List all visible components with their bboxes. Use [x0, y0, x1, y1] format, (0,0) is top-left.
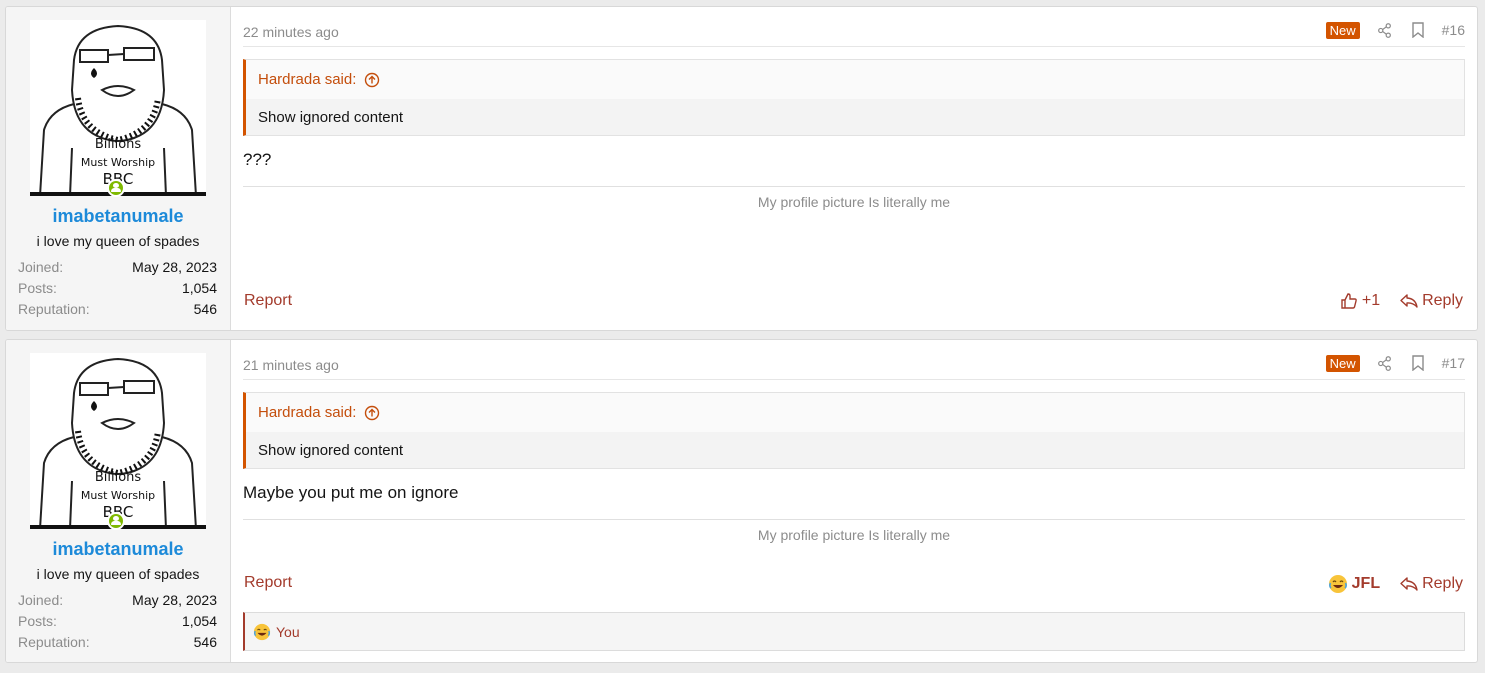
reply-arrow-icon — [1400, 577, 1418, 591]
post-body: ??? — [243, 150, 272, 169]
svg-text:Billions: Billions — [95, 470, 142, 485]
avatar[interactable]: Billions Must Worship BBC — [30, 20, 206, 196]
show-ignored-content[interactable]: Show ignored content — [246, 99, 1464, 135]
svg-text:Must Worship: Must Worship — [81, 489, 155, 502]
share-icon[interactable] — [1376, 354, 1394, 372]
username[interactable]: imabetanumale — [6, 539, 230, 560]
reactions-summary[interactable]: You — [243, 612, 1465, 651]
stat-label: Reputation: — [18, 634, 90, 650]
signature: My profile picture Is literally me — [243, 519, 1465, 543]
user-title: i love my queen of spades — [36, 233, 200, 249]
stat-value: 1,054 — [181, 280, 217, 296]
user-cell: Billions Must Worship BBC imabetanumale … — [6, 340, 231, 662]
new-badge: New — [1325, 354, 1360, 372]
reply-button[interactable]: Reply — [1400, 292, 1463, 310]
stat-value: May 28, 2023 — [132, 592, 217, 608]
post-number[interactable]: #17 — [1442, 355, 1465, 371]
stat-value: 546 — [193, 301, 217, 317]
stat-label: Reputation: — [18, 301, 90, 317]
report-link[interactable]: Report — [244, 574, 292, 592]
post-actions: +1 Reply — [1340, 292, 1463, 310]
post-time[interactable]: 22 minutes ago — [243, 24, 339, 40]
like-button[interactable]: +1 — [1340, 292, 1380, 310]
bookmark-icon[interactable] — [1409, 21, 1427, 39]
post-17: Billions Must Worship BBC imabetanumale … — [5, 339, 1478, 663]
reaction-label: JFL — [1351, 575, 1381, 592]
post-body: Maybe you put me on ignore — [243, 483, 459, 502]
user-cell: Billions Must Worship BBC imabetanumale … — [6, 7, 231, 330]
user-stats: Joined: May 28, 2023 Posts: 1,054 Reputati… — [18, 590, 217, 653]
reply-button[interactable]: Reply — [1400, 575, 1463, 593]
laughing-emoji-icon — [253, 623, 271, 640]
online-status-icon — [107, 512, 125, 530]
post-main: 21 minutes ago New #17 Hardrada said: Sh… — [243, 340, 1465, 662]
quote-block: Hardrada said: Show ignored content — [243, 392, 1465, 469]
reply-label: Reply — [1422, 575, 1463, 592]
stat-label: Joined: — [18, 259, 64, 275]
svg-text:Billions: Billions — [95, 137, 142, 152]
post-meta: 21 minutes ago New #17 — [243, 350, 1465, 380]
username[interactable]: imabetanumale — [6, 206, 230, 227]
post-main: 22 minutes ago New #16 Hardrada said: Sh… — [243, 7, 1465, 330]
reaction-count: +1 — [1361, 292, 1381, 309]
avatar[interactable]: Billions Must Worship BBC — [30, 353, 206, 529]
post-16: Billions Must Worship BBC imabetanumale … — [5, 6, 1478, 331]
svg-text:Must Worship: Must Worship — [81, 156, 155, 169]
stat-value: 546 — [193, 634, 217, 650]
reply-arrow-icon — [1400, 294, 1418, 308]
post-meta: 22 minutes ago New #16 — [243, 17, 1465, 47]
share-icon[interactable] — [1376, 21, 1394, 39]
show-ignored-content[interactable]: Show ignored content — [246, 432, 1464, 468]
user-title: i love my queen of spades — [36, 566, 200, 582]
post-time[interactable]: 21 minutes ago — [243, 357, 339, 373]
online-status-icon — [107, 179, 125, 197]
arrow-up-circle-icon[interactable] — [364, 405, 380, 421]
reactions-summary-text: You — [276, 623, 300, 640]
stat-value: May 28, 2023 — [132, 259, 217, 275]
stat-label: Posts: — [18, 613, 57, 629]
post-number[interactable]: #16 — [1442, 22, 1465, 38]
arrow-up-circle-icon[interactable] — [364, 72, 380, 88]
stat-label: Posts: — [18, 280, 57, 296]
quote-author[interactable]: Hardrada said: — [258, 71, 356, 88]
quote-author[interactable]: Hardrada said: — [258, 404, 356, 421]
reaction-button[interactable]: JFL — [1328, 574, 1380, 594]
laughing-emoji-icon — [1328, 575, 1347, 593]
post-actions: JFL Reply — [1328, 574, 1463, 594]
signature: My profile picture Is literally me — [243, 186, 1465, 210]
reply-label: Reply — [1422, 292, 1463, 309]
stat-label: Joined: — [18, 592, 64, 608]
new-badge: New — [1325, 21, 1360, 39]
bookmark-icon[interactable] — [1409, 354, 1427, 372]
report-link[interactable]: Report — [244, 292, 292, 310]
stat-value: 1,054 — [181, 613, 217, 629]
thumbs-up-icon — [1341, 293, 1357, 309]
quote-block: Hardrada said: Show ignored content — [243, 59, 1465, 136]
user-stats: Joined: May 28, 2023 Posts: 1,054 Reputati… — [18, 257, 217, 320]
